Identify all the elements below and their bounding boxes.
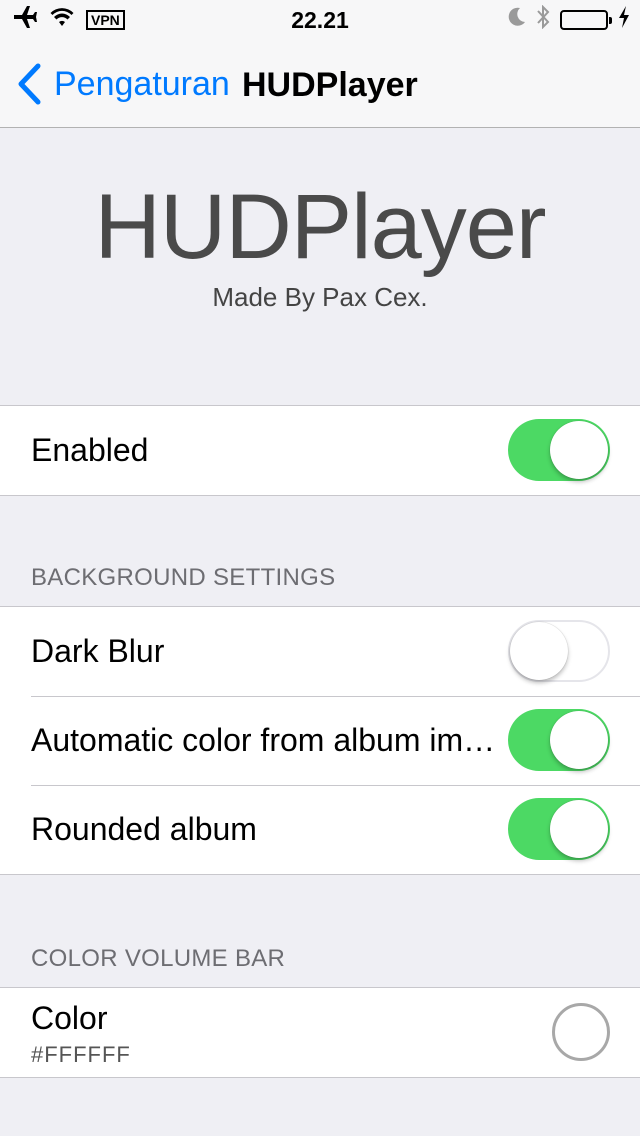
status-right xyxy=(508,4,630,36)
toggle-knob xyxy=(550,800,608,858)
back-button-label: Pengaturan xyxy=(54,64,230,103)
background-settings-group: Dark Blur Automatic color from album ima… xyxy=(0,606,640,875)
battery-icon xyxy=(560,10,612,30)
dark-blur-row: Dark Blur xyxy=(0,607,640,696)
color-row[interactable]: Color #FFFFFF xyxy=(0,988,640,1077)
color-label: Color xyxy=(31,1000,108,1036)
moon-icon xyxy=(508,6,526,34)
navigation-bar: Pengaturan HUDPlayer xyxy=(0,40,640,128)
back-button[interactable]: Pengaturan xyxy=(16,63,230,105)
status-bar: VPN 22.21 xyxy=(0,0,640,40)
automatic-color-row: Automatic color from album image xyxy=(0,696,640,785)
chevron-left-icon xyxy=(18,63,41,105)
color-swatch[interactable] xyxy=(552,1003,610,1061)
toggle-knob xyxy=(510,622,568,680)
bluetooth-icon xyxy=(536,4,550,36)
enabled-row: Enabled xyxy=(0,406,640,495)
rounded-album-row: Rounded album xyxy=(0,785,640,874)
rounded-album-label: Rounded album xyxy=(31,811,257,847)
header-title: HUDPlayer xyxy=(94,176,546,278)
tweak-header: HUDPlayer Made By Pax Cex. xyxy=(0,128,640,406)
dark-blur-toggle[interactable] xyxy=(508,620,610,682)
color-volume-bar-group: Color #FFFFFF xyxy=(0,987,640,1078)
enabled-toggle[interactable] xyxy=(508,419,610,481)
rounded-album-toggle[interactable] xyxy=(508,798,610,860)
color-volume-bar-header: COLOR VOLUME BAR xyxy=(31,945,286,972)
toggle-knob xyxy=(550,421,608,479)
automatic-color-label: Automatic color from album image xyxy=(31,722,501,758)
enabled-label: Enabled xyxy=(31,432,149,468)
dark-blur-label: Dark Blur xyxy=(31,633,165,669)
color-value: #FFFFFF xyxy=(31,1042,131,1067)
automatic-color-toggle[interactable] xyxy=(508,709,610,771)
enabled-group: Enabled xyxy=(0,405,640,496)
background-settings-header: BACKGROUND SETTINGS xyxy=(31,564,336,591)
nav-title: HUDPlayer xyxy=(242,66,418,104)
header-subtitle: Made By Pax Cex. xyxy=(212,282,428,312)
toggle-knob xyxy=(550,711,608,769)
charging-icon xyxy=(618,5,630,35)
